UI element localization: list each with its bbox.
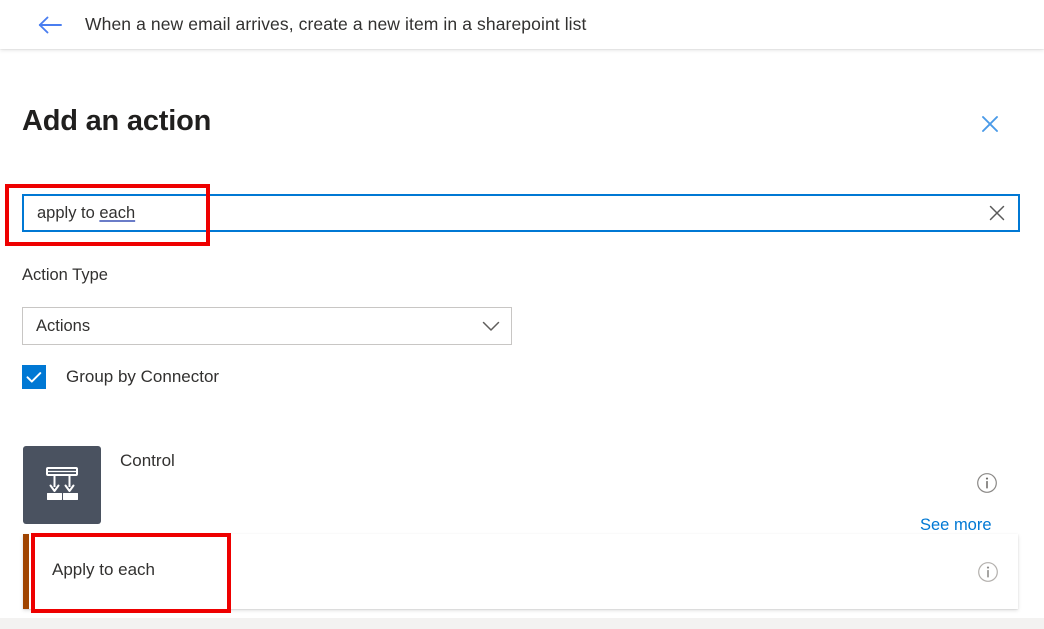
see-more-link[interactable]: See more xyxy=(920,516,992,535)
action-type-selected-value: Actions xyxy=(36,317,91,335)
group-by-connector-checkbox[interactable] xyxy=(22,365,46,389)
search-input-misspelled-word: each xyxy=(99,204,136,222)
search-input-text: apply to xyxy=(37,204,100,222)
clear-search-icon[interactable] xyxy=(976,196,1018,230)
add-action-panel: Add an action apply to each Action Type … xyxy=(0,52,1044,629)
connector-group-control: Control See more xyxy=(0,437,1044,534)
page-title: Add an action xyxy=(22,105,212,137)
action-type-label: Action Type xyxy=(22,266,108,284)
control-branch-icon xyxy=(23,446,101,524)
flow-header-bar: When a new email arrives, create a new i… xyxy=(0,0,1044,49)
action-result-apply-to-each[interactable]: Apply to each xyxy=(23,534,1018,609)
panel-bottom-fill xyxy=(0,618,1044,629)
chevron-down-icon xyxy=(471,308,511,344)
group-by-connector-label: Group by Connector xyxy=(66,367,220,386)
back-arrow-icon[interactable] xyxy=(33,8,67,42)
search-input[interactable]: apply to each xyxy=(24,196,976,230)
info-circle-icon[interactable] xyxy=(975,559,1001,585)
action-type-dropdown[interactable]: Actions xyxy=(22,307,512,345)
connector-name: Control xyxy=(120,451,175,470)
flow-title: When a new email arrives, create a new i… xyxy=(85,14,587,34)
search-field[interactable]: apply to each xyxy=(22,194,1020,232)
close-icon[interactable] xyxy=(968,107,1012,141)
info-circle-icon[interactable] xyxy=(974,470,1000,496)
action-card-accent-bar xyxy=(23,534,29,609)
panel-header: Add an action xyxy=(0,52,1044,148)
action-result-label: Apply to each xyxy=(52,560,156,579)
group-by-connector-row[interactable]: Group by Connector xyxy=(22,365,219,389)
